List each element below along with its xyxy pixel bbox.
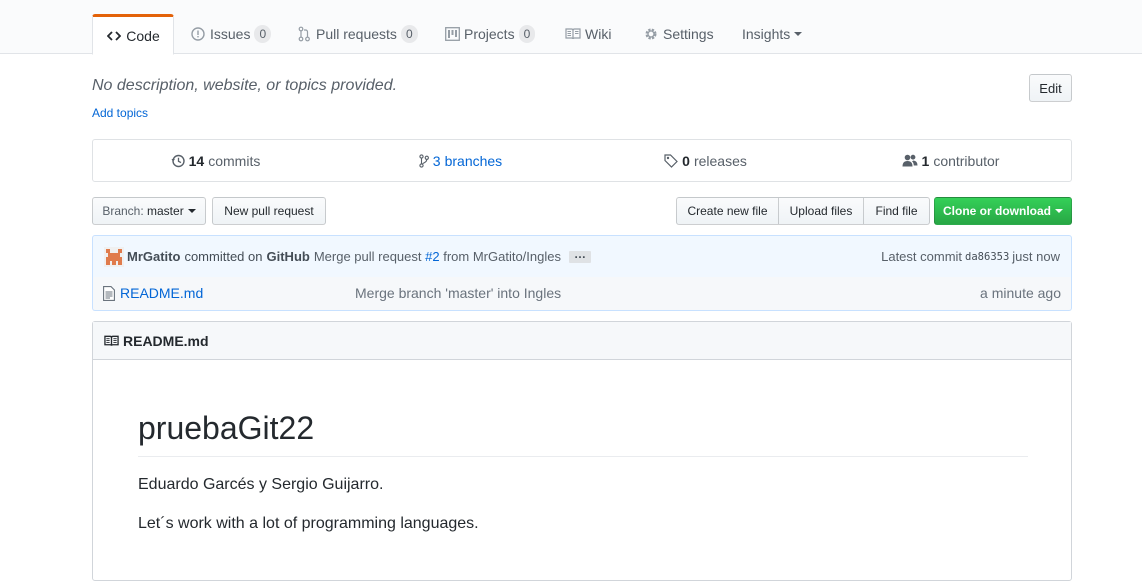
new-pull-request-button[interactable]: New pull request <box>212 197 326 225</box>
tab-wiki[interactable]: Wiki <box>565 14 611 54</box>
tab-projects-label: Projects <box>464 26 515 42</box>
chevron-down-icon <box>794 32 803 36</box>
commits-label: commits <box>208 152 261 169</box>
tab-pull-requests[interactable]: Pull requests 0 <box>296 14 418 54</box>
commit-time: just now <box>1012 249 1060 264</box>
create-new-file-button[interactable]: Create new file <box>676 197 779 225</box>
git-pull-request-icon <box>296 26 312 42</box>
readme-title: pruebaGit22 <box>138 408 1028 457</box>
book-icon <box>565 26 581 42</box>
readme-paragraph: Eduardo Garcés y Sergio Guijarro. <box>138 476 384 493</box>
tab-issues-label: Issues <box>210 26 251 42</box>
projects-counter: 0 <box>518 25 536 43</box>
clone-label: Clone or download <box>943 204 1051 218</box>
tab-wiki-label: Wiki <box>585 26 612 42</box>
readme-filename: README.md <box>123 332 209 349</box>
commit-summary: MrGatito committed on GitHub Merge pull … <box>104 236 591 277</box>
commit-issue-link[interactable]: #2 <box>425 249 439 264</box>
committed-on-text: committed on <box>184 249 263 264</box>
tab-insights-label: Insights <box>742 26 791 42</box>
readme-header: README.md <box>93 322 1071 360</box>
commit-author-link[interactable]: MrGatito <box>127 249 180 264</box>
commit-expand-button[interactable]: … <box>568 248 591 263</box>
people-icon <box>902 154 918 167</box>
tab-pull-requests-label: Pull requests <box>316 26 397 42</box>
tab-issues[interactable]: Issues 0 <box>190 14 272 54</box>
releases-label: releases <box>693 152 747 169</box>
tab-settings[interactable]: Settings <box>643 14 714 54</box>
tab-projects[interactable]: Projects 0 <box>444 14 536 54</box>
latest-commit-bar: MrGatito committed on GitHub Merge pull … <box>92 235 1072 278</box>
gear-icon <box>643 26 659 42</box>
readme-box: README.md pruebaGit22 Eduardo Garcés y S… <box>92 321 1072 581</box>
contributors-label: contributor <box>933 152 1000 169</box>
history-icon <box>171 154 185 168</box>
repo-summary-stats: 14 commits 3 branches 0 releases 1 contr… <box>92 139 1072 182</box>
pulls-counter: 0 <box>400 25 418 43</box>
clone-or-download-button[interactable]: Clone or download <box>934 197 1072 225</box>
commit-meta: Latest commit da86353 just now <box>881 236 1060 277</box>
tab-insights[interactable]: Insights <box>742 14 803 54</box>
chevron-down-icon <box>1055 209 1063 213</box>
file-name-link[interactable]: README.md <box>120 285 203 301</box>
file-icon <box>103 286 117 302</box>
tag-icon <box>664 153 678 168</box>
code-icon <box>106 28 122 44</box>
commit-sha-link[interactable]: da86353 <box>965 251 1009 263</box>
edit-description-button[interactable]: Edit <box>1029 74 1072 102</box>
tab-code-label: Code <box>126 27 160 44</box>
issue-opened-icon <box>190 26 206 42</box>
branch-select-button[interactable]: Branch: master <box>92 197 206 225</box>
git-branch-icon <box>419 153 429 168</box>
branches-count: 3 <box>432 152 441 169</box>
commit-message-end[interactable]: from MrGatito/Ingles <box>443 249 561 264</box>
file-commit-message-link[interactable]: Merge branch 'master' into Ingles <box>355 285 561 301</box>
issues-counter: 0 <box>254 25 272 43</box>
releases-count: 0 <box>682 152 690 169</box>
commits-count: 14 <box>188 152 205 169</box>
avatar[interactable] <box>104 246 124 267</box>
contributors-count: 1 <box>921 152 930 169</box>
branch-name: master <box>147 204 184 218</box>
branches-label: branches <box>444 152 503 169</box>
file-actions-group: Create new file Upload files Find file <box>676 197 930 225</box>
book-icon <box>104 335 119 347</box>
commit-platform: GitHub <box>266 249 310 264</box>
branch-prefix: Branch: <box>102 204 144 218</box>
file-commit-age: a minute ago <box>980 285 1061 301</box>
stat-commits[interactable]: 14 commits <box>93 140 338 181</box>
stat-branches[interactable]: 3 branches <box>338 140 583 181</box>
readme-content: pruebaGit22 Eduardo Garcés y Sergio Guij… <box>138 408 1028 533</box>
add-topics-link[interactable]: Add topics <box>92 106 148 120</box>
repo-description: No description, website, or topics provi… <box>92 77 398 94</box>
stat-contributors[interactable]: 1 contributor <box>828 140 1073 181</box>
stat-releases[interactable]: 0 releases <box>583 140 828 181</box>
file-list: README.md Merge branch 'master' into Ing… <box>92 277 1072 311</box>
tab-code[interactable]: Code <box>92 14 174 55</box>
tab-settings-label: Settings <box>663 26 714 42</box>
commit-message-link[interactable]: Merge pull request <box>314 249 422 264</box>
chevron-down-icon <box>187 209 196 213</box>
table-row: README.md Merge branch 'master' into Ing… <box>93 277 1071 310</box>
upload-files-button[interactable]: Upload files <box>778 197 864 225</box>
latest-commit-label: Latest commit <box>881 249 963 264</box>
project-icon <box>444 26 460 42</box>
repo-nav: Code Issues 0 Pull requests 0 Projects 0… <box>0 0 1142 55</box>
readme-paragraph: Let´s work with a lot of programming lan… <box>138 515 479 532</box>
find-file-button[interactable]: Find file <box>863 197 930 225</box>
